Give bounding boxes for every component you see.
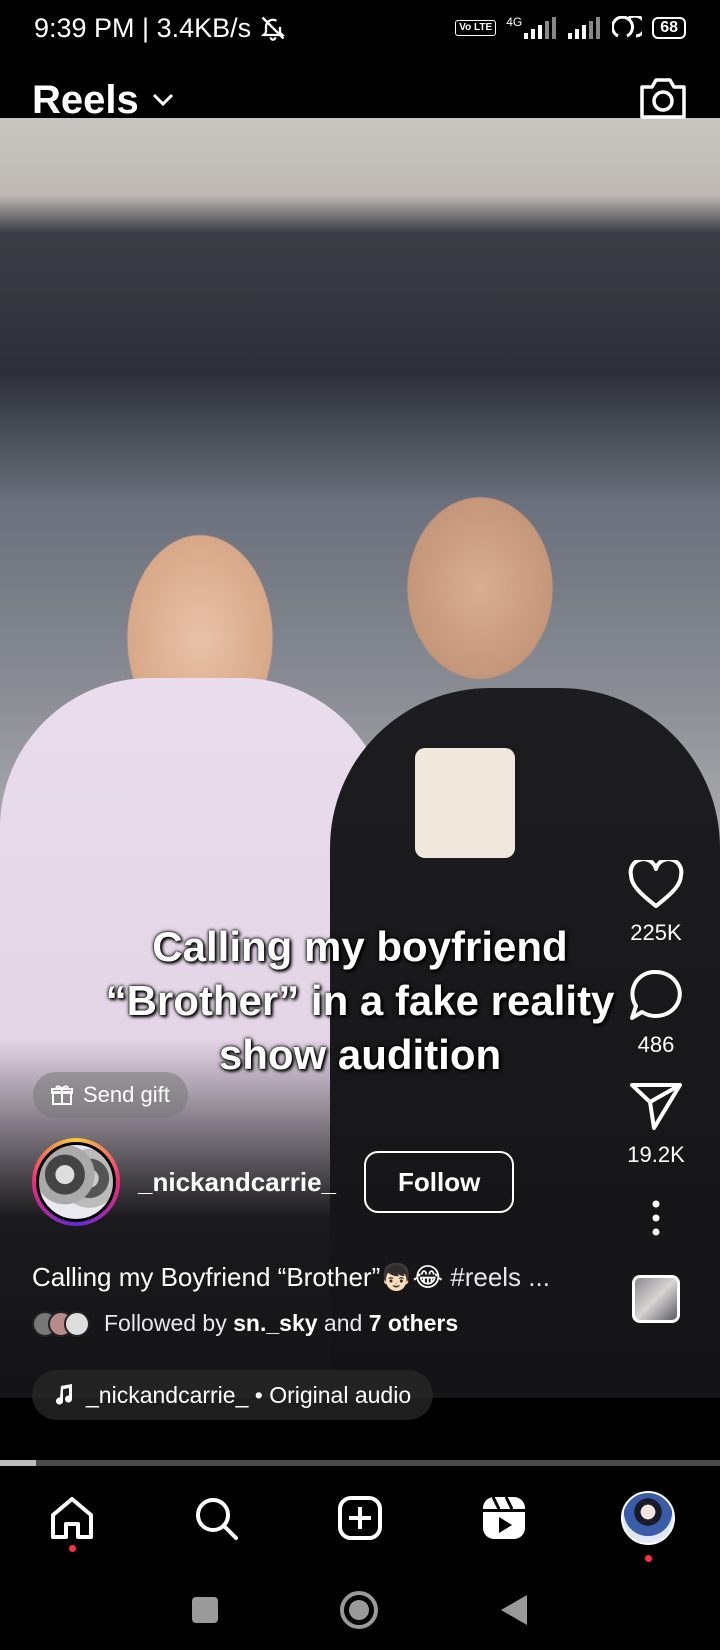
reels-icon bbox=[483, 1496, 525, 1539]
send-gift-button[interactable]: Send gift bbox=[33, 1072, 188, 1118]
followed-others[interactable]: 7 others bbox=[369, 1310, 458, 1336]
home-icon bbox=[51, 1497, 93, 1539]
system-navigation bbox=[0, 1570, 720, 1650]
home-circle-icon[interactable] bbox=[339, 1590, 379, 1630]
share-count: 19.2K bbox=[627, 1142, 685, 1167]
camera-icon bbox=[640, 77, 686, 119]
more-options-button[interactable] bbox=[651, 1200, 661, 1241]
video-caption-overlay: Calling my boyfriend “Brother” in a fake… bbox=[105, 923, 615, 1078]
video-mug bbox=[415, 748, 515, 858]
reel-actions: 225K 486 19.2K bbox=[616, 860, 696, 1323]
chevron-down-icon bbox=[152, 93, 173, 107]
nav-home[interactable] bbox=[32, 1478, 112, 1558]
like-button[interactable]: 225K bbox=[628, 860, 684, 946]
reels-header: Reels bbox=[0, 70, 720, 130]
hotspot-icon bbox=[612, 16, 643, 38]
nav-search[interactable] bbox=[176, 1478, 256, 1558]
search-icon bbox=[196, 1498, 238, 1540]
page-title: Reels bbox=[32, 77, 139, 122]
nav-reels[interactable] bbox=[464, 1478, 544, 1558]
notification-dot bbox=[644, 1555, 652, 1562]
author-avatar[interactable] bbox=[32, 1138, 120, 1226]
followed-middle: and bbox=[323, 1310, 363, 1336]
followed-prefix: Followed by bbox=[104, 1310, 227, 1336]
share-button[interactable]: 19.2K bbox=[627, 1080, 685, 1168]
feed-selector[interactable]: Reels bbox=[32, 78, 175, 123]
send-icon bbox=[630, 1083, 682, 1130]
status-time: 9:39 PM | 3.4KB/s bbox=[34, 12, 252, 43]
music-note-icon bbox=[56, 1384, 73, 1405]
back-icon[interactable] bbox=[499, 1594, 529, 1626]
author-username[interactable]: _nickandcarrie_ bbox=[138, 1167, 336, 1198]
avatar bbox=[621, 1491, 675, 1545]
audio-label: _nickandcarrie_ • Original audio bbox=[86, 1381, 412, 1408]
like-count: 225K bbox=[630, 920, 682, 945]
audio-link[interactable]: _nickandcarrie_ • Original audio bbox=[32, 1370, 434, 1420]
signal-icon-2 bbox=[568, 17, 601, 39]
status-bar: 9:39 PM | 3.4KB/s Vo LTE 4G 68 bbox=[0, 0, 720, 56]
heart-icon bbox=[628, 860, 684, 908]
more-vertical-icon bbox=[652, 1200, 660, 1236]
send-gift-label: Send gift bbox=[83, 1082, 170, 1107]
audio-thumbnail[interactable] bbox=[632, 1275, 680, 1323]
follower-avatars bbox=[32, 1310, 90, 1337]
notification-dot bbox=[68, 1545, 76, 1552]
avatar bbox=[64, 1310, 90, 1337]
comment-icon bbox=[630, 969, 682, 1020]
followed-by[interactable]: Followed by sn._sky and 7 others bbox=[32, 1310, 458, 1337]
author-row: _nickandcarrie_ Follow bbox=[32, 1138, 515, 1226]
post-description[interactable]: Calling my Boyfriend “Brother”👦🏻😂 #reels… bbox=[32, 1262, 550, 1293]
muted-bell-icon bbox=[260, 16, 286, 41]
nav-create[interactable] bbox=[320, 1478, 400, 1558]
network-type: 4G bbox=[506, 15, 523, 29]
description-text: Calling my Boyfriend “Brother”👦🏻😂 bbox=[32, 1262, 443, 1292]
camera-button[interactable] bbox=[638, 75, 688, 126]
nav-profile[interactable] bbox=[608, 1478, 688, 1562]
battery-indicator: 68 bbox=[652, 17, 686, 39]
hashtag-link[interactable]: #reels ... bbox=[450, 1262, 550, 1292]
volte-badge: Vo LTE bbox=[455, 20, 497, 36]
signal-icon bbox=[524, 17, 557, 39]
comment-button[interactable]: 486 bbox=[628, 968, 684, 1058]
bottom-navigation bbox=[0, 1466, 720, 1570]
follow-button[interactable]: Follow bbox=[364, 1151, 515, 1213]
comment-count: 486 bbox=[637, 1032, 675, 1057]
add-post-icon bbox=[338, 1496, 382, 1540]
recents-icon[interactable] bbox=[191, 1596, 219, 1624]
followed-user[interactable]: sn._sky bbox=[233, 1310, 317, 1336]
avatar bbox=[36, 1142, 116, 1222]
gift-icon bbox=[51, 1085, 73, 1105]
